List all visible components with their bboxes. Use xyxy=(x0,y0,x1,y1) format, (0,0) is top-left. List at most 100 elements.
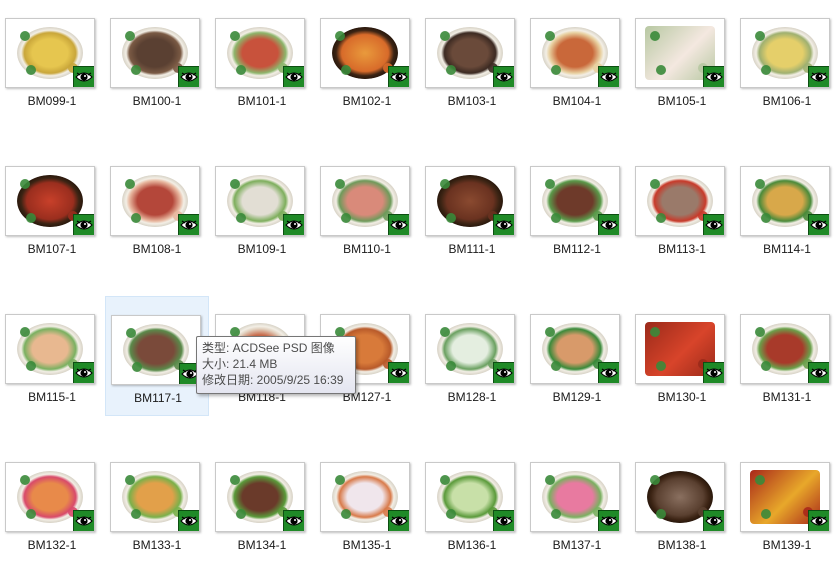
thumbnail xyxy=(635,164,725,236)
file-item[interactable]: BM139-1 xyxy=(735,444,837,564)
file-name-label: BM136-1 xyxy=(447,538,497,552)
acdsee-eye-icon xyxy=(808,214,829,235)
file-item[interactable]: BM134-1 xyxy=(210,444,314,564)
dish-photo xyxy=(740,314,830,384)
tooltip-size: 大小: 21.4 MB xyxy=(202,357,278,371)
garnish-decoration xyxy=(755,475,765,485)
file-item[interactable]: BM111-1 xyxy=(420,148,524,268)
garnish-decoration xyxy=(230,31,240,41)
garnish-decoration xyxy=(335,31,345,41)
garnish-decoration xyxy=(125,179,135,189)
dish-photo xyxy=(110,18,200,88)
file-item[interactable]: BM100-1 xyxy=(105,0,209,120)
acdsee-eye-icon xyxy=(598,510,619,531)
garnish-decoration xyxy=(755,179,765,189)
file-name-label: BM103-1 xyxy=(447,94,497,108)
file-item[interactable]: BM131-1 xyxy=(735,296,837,416)
thumbnail xyxy=(425,460,515,532)
file-item[interactable]: BM133-1 xyxy=(105,444,209,564)
garnish-decoration xyxy=(20,31,30,41)
thumbnail xyxy=(530,16,620,88)
file-item[interactable]: BM138-1 xyxy=(630,444,734,564)
acdsee-eye-icon xyxy=(598,362,619,383)
file-name-label: BM104-1 xyxy=(552,94,602,108)
acdsee-eye-icon xyxy=(178,214,199,235)
thumbnail xyxy=(320,460,410,532)
file-item[interactable]: BM115-1 xyxy=(0,296,104,416)
acdsee-eye-icon xyxy=(283,214,304,235)
file-item[interactable]: BM101-1 xyxy=(210,0,314,120)
garnish-decoration xyxy=(131,65,141,75)
acdsee-eye-icon xyxy=(598,214,619,235)
file-item[interactable]: BM136-1 xyxy=(420,444,524,564)
file-item[interactable]: BM135-1 xyxy=(315,444,419,564)
acdsee-eye-icon xyxy=(73,510,94,531)
dish-photo xyxy=(530,166,620,236)
thumbnail-grid: BM099-1 BM100-1 BM101-1 BM102-1 BM103-1 BM104… xyxy=(0,0,837,563)
file-item[interactable]: BM132-1 xyxy=(0,444,104,564)
dish-photo xyxy=(425,314,515,384)
thumbnail xyxy=(635,460,725,532)
acdsee-eye-icon xyxy=(388,510,409,531)
file-item[interactable]: BM104-1 xyxy=(525,0,629,120)
garnish-decoration xyxy=(755,327,765,337)
file-item[interactable]: BM113-1 xyxy=(630,148,734,268)
garnish-decoration xyxy=(446,213,456,223)
file-name-label: BM129-1 xyxy=(552,390,602,404)
file-name-label: BM112-1 xyxy=(553,242,601,256)
garnish-decoration xyxy=(440,327,450,337)
file-item[interactable]: BM110-1 xyxy=(315,148,419,268)
thumbnail xyxy=(111,313,201,385)
thumbnail xyxy=(740,460,830,532)
file-name-label: BM109-1 xyxy=(237,242,287,256)
file-item[interactable]: BM130-1 xyxy=(630,296,734,416)
file-item[interactable]: BM117-1 xyxy=(105,296,209,416)
file-item[interactable]: BM129-1 xyxy=(525,296,629,416)
garnish-decoration xyxy=(26,213,36,223)
thumbnail xyxy=(5,312,95,384)
file-item[interactable]: BM137-1 xyxy=(525,444,629,564)
file-name-label: BM138-1 xyxy=(657,538,707,552)
garnish-decoration xyxy=(650,327,660,337)
file-name-label: BM115-1 xyxy=(28,390,76,404)
thumbnail xyxy=(110,164,200,236)
thumbnail xyxy=(740,164,830,236)
file-item[interactable]: BM106-1 xyxy=(735,0,837,120)
file-item[interactable]: BM109-1 xyxy=(210,148,314,268)
file-item[interactable]: BM102-1 xyxy=(315,0,419,120)
thumbnail xyxy=(530,460,620,532)
thumbnail xyxy=(320,16,410,88)
acdsee-eye-icon xyxy=(703,510,724,531)
garnish-decoration xyxy=(230,475,240,485)
file-name-label: BM131-1 xyxy=(762,390,812,404)
file-name-label: BM132-1 xyxy=(27,538,77,552)
file-item[interactable]: BM105-1 xyxy=(630,0,734,120)
file-name-label: BM107-1 xyxy=(27,242,77,256)
thumbnail xyxy=(635,16,725,88)
dish-photo xyxy=(425,462,515,532)
acdsee-eye-icon xyxy=(388,214,409,235)
dish-photo xyxy=(635,18,725,88)
tooltip-date: 修改日期: 2005/9/25 16:39 xyxy=(202,373,344,387)
file-item[interactable]: BM112-1 xyxy=(525,148,629,268)
file-name-label: BM139-1 xyxy=(762,538,812,552)
dish-photo xyxy=(5,462,95,532)
garnish-decoration xyxy=(236,213,246,223)
file-item[interactable]: BM099-1 xyxy=(0,0,104,120)
garnish-decoration xyxy=(761,509,771,519)
dish-photo xyxy=(635,166,725,236)
dish-photo xyxy=(215,462,305,532)
garnish-decoration xyxy=(650,31,660,41)
file-name-label: BM114-1 xyxy=(763,242,811,256)
file-item[interactable]: BM108-1 xyxy=(105,148,209,268)
file-item[interactable]: BM114-1 xyxy=(735,148,837,268)
file-item[interactable]: BM128-1 xyxy=(420,296,524,416)
file-name-label: BM133-1 xyxy=(132,538,182,552)
dish-photo xyxy=(110,166,200,236)
file-item[interactable]: BM103-1 xyxy=(420,0,524,120)
dish-photo xyxy=(111,315,201,385)
file-item[interactable]: BM107-1 xyxy=(0,148,104,268)
acdsee-eye-icon xyxy=(178,510,199,531)
garnish-decoration xyxy=(131,509,141,519)
garnish-decoration xyxy=(545,179,555,189)
